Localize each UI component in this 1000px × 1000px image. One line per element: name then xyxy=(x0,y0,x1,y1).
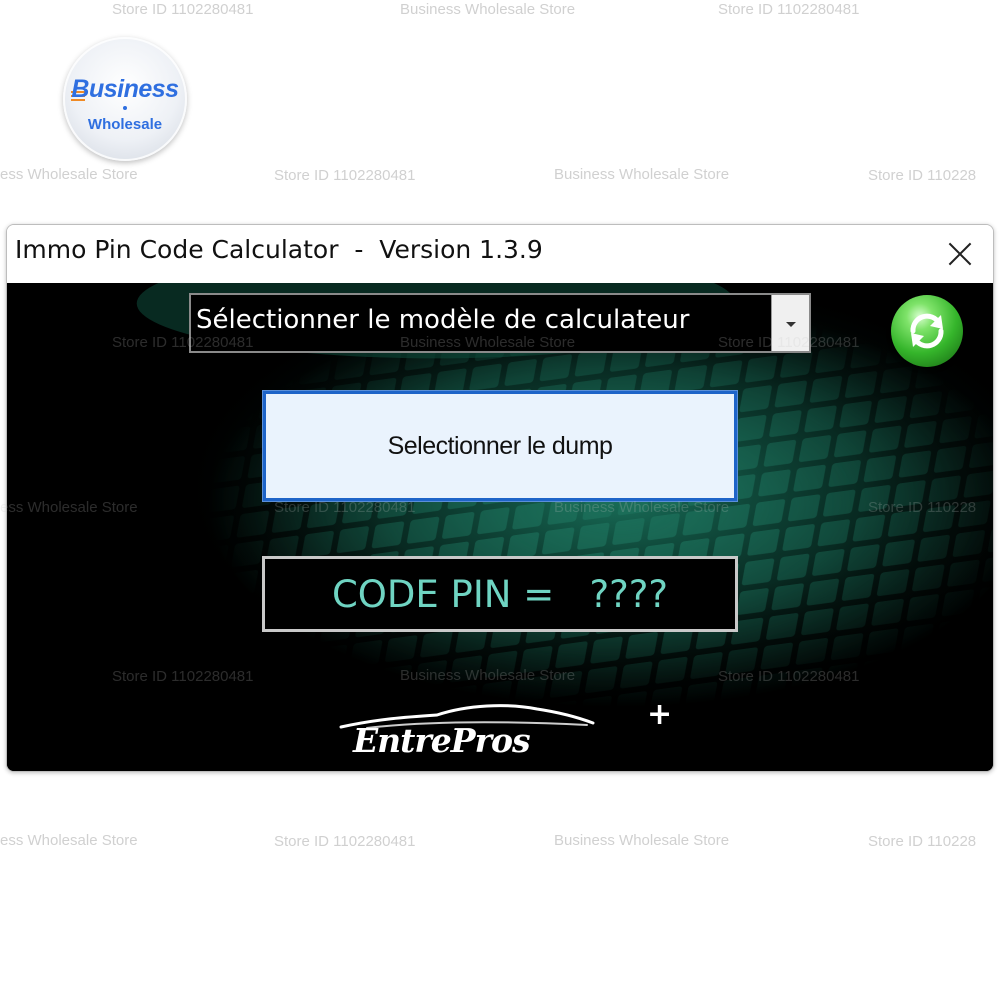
watermark: Business Wholesale Store xyxy=(554,832,730,849)
badge-dot xyxy=(123,106,127,110)
entrepros-logo: EntrePros + xyxy=(337,697,682,767)
watermark: ess Wholesale Store xyxy=(0,832,138,849)
watermark: Store ID 110228 xyxy=(868,167,977,184)
watermark: Store ID 110228 xyxy=(868,833,977,850)
window-title: Immo Pin Code Calculator - Version 1.3.9 xyxy=(15,235,543,264)
refresh-icon xyxy=(910,313,944,349)
badge-line-2: Wholesale xyxy=(87,116,163,133)
pin-code-text: CODE PIN = ???? xyxy=(331,572,669,616)
background-pattern xyxy=(7,283,993,771)
watermark: Store ID 1102280481 xyxy=(112,1,254,18)
store-badge-logo: Business Wholesale xyxy=(63,37,187,161)
select-value: Sélectionner le modèle de calculateur xyxy=(196,305,690,335)
pin-code-display: CODE PIN = ???? xyxy=(262,556,738,632)
watermark: Business Wholesale Store xyxy=(400,1,576,18)
watermark: Store ID 1102280481 xyxy=(718,1,860,18)
logo-text: EntrePros xyxy=(353,721,531,760)
select-dump-button-label: Selectionner le dump xyxy=(387,431,613,460)
title-bar: Immo Pin Code Calculator - Version 1.3.9 xyxy=(7,225,993,283)
calculator-model-select[interactable]: Sélectionner le modèle de calculateur xyxy=(189,293,811,353)
app-window: Immo Pin Code Calculator - Version 1.3.9 xyxy=(6,224,994,772)
badge-line-1: Business xyxy=(71,75,179,103)
watermark: Store ID 1102280481 xyxy=(274,833,416,850)
watermark: Business Wholesale Store xyxy=(554,166,730,183)
watermark: ess Wholesale Store xyxy=(0,166,138,183)
chevron-down-icon[interactable] xyxy=(771,295,809,351)
refresh-button[interactable] xyxy=(891,295,963,367)
watermark: Store ID 1102280481 xyxy=(274,167,416,184)
logo-plus: + xyxy=(647,697,673,732)
select-dump-button[interactable]: Selectionner le dump xyxy=(262,390,738,502)
close-icon[interactable] xyxy=(943,237,977,271)
client-area: Sélectionner le modèle de calculateur Se… xyxy=(7,283,993,771)
